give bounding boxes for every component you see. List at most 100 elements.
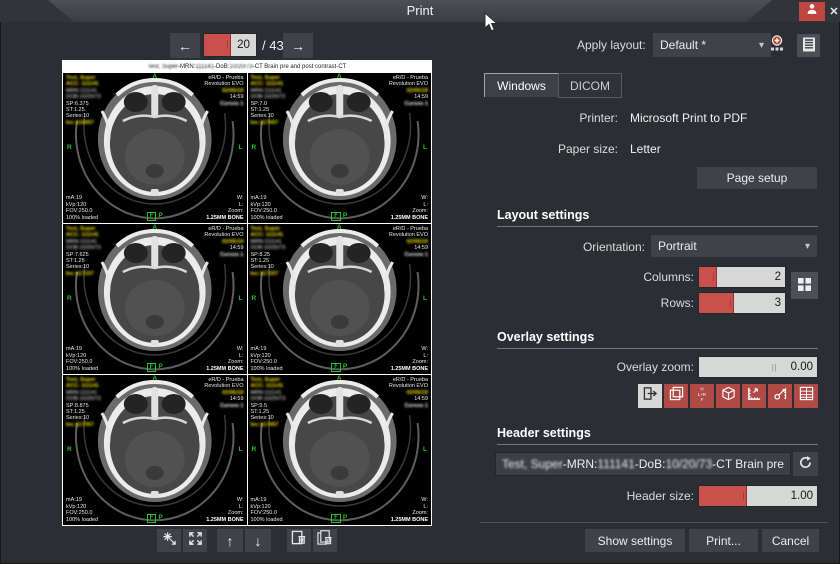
orientation-marker-feet-posterior: F P [331,212,347,221]
orientation-value: Portrait [658,239,697,253]
header-size-value[interactable]: 1.00 [747,486,817,506]
cell-overlay-top-left: Test, Super ACC: 111141 MRN:111141 DOB:1… [251,377,286,428]
mouse-cursor [484,12,499,38]
overlay-dob: DOB:10/20/73 [251,396,286,402]
show-settings-button[interactable]: Show settings [585,529,685,552]
cell-overlay-bottom-right: W: L: Zoom: 1.25MM BONE [391,497,428,523]
orientation-marker-posterior: P [343,213,347,219]
previous-page-button[interactable]: ← [170,33,200,58]
header-input-name: Test, Super [502,457,563,471]
orientation-marker-right: R [252,447,257,453]
page-number-spinner[interactable]: 20 [204,34,256,56]
page-spinner-drag-area[interactable] [204,34,231,56]
chevron-down-icon: ▾ [805,241,810,252]
spinner-center-tick: | | [772,363,777,372]
manage-layouts-button[interactable] [797,34,820,57]
overlay-instance-number: Inc:117157 [66,271,101,277]
overlay-zoom-spinner[interactable]: | | 0.00 [699,357,817,377]
overlay-study-date: 02/05/19 [204,390,243,396]
tab-windows[interactable]: Windows [484,73,559,97]
overlay-settings-divider [497,348,818,349]
rows-spinner-drag-area[interactable] [699,293,734,313]
printer-label: Printer: [480,111,618,125]
chevron-down-icon: ▾ [759,40,764,51]
overlay-toggle-row: HL+RF [638,384,818,408]
orientation-dropdown[interactable]: Portrait ▾ [651,235,817,257]
header-settings-heading: Header settings [497,426,591,440]
support-button[interactable] [799,2,825,21]
probe-ruler-icon [773,386,788,406]
columns-spinner[interactable]: 2 [699,267,785,287]
header-size-spinner[interactable]: 1.00 [699,486,817,506]
apply-layout-dropdown[interactable]: Default * ▾ [653,33,771,57]
print-button[interactable]: Print... [689,529,758,552]
preview-cell[interactable]: Test, Super ACC: 111141 MRN:111141 DOB:1… [63,375,247,525]
tab-dicom[interactable]: DICOM [558,73,622,98]
cell-overlay-bottom-left: mA:19 kVp:120 FOV:250.0 100% loaded [66,195,98,221]
preview-cell[interactable]: Test, Super ACC: 111141 MRN:111141 DOB:1… [248,224,432,374]
overlay-position-toggle[interactable] [638,384,662,408]
cell-overlay-top-left: Test, Super ACC: 111141 MRN:111141 DOB:1… [66,75,101,126]
cancel-button-label: Cancel [772,534,809,548]
rows-spinner[interactable]: 3 [699,293,785,313]
orientation-marker-feet: F [147,363,157,372]
columns-value[interactable]: 2 [717,267,785,287]
overlay-zoom-value-track[interactable]: | | 0.00 [699,357,817,377]
cancel-button[interactable]: Cancel [762,529,819,552]
page-setup-label: Page setup [727,171,788,185]
move-page-down-button[interactable]: ↓ [245,529,271,552]
page-setup-button[interactable]: Page setup [697,167,817,189]
overlay-copy-toggle[interactable] [664,384,688,408]
header-size-drag-area[interactable] [699,486,747,506]
grid-layout-button[interactable] [791,272,818,299]
close-button[interactable]: ✕ [826,2,840,21]
header-settings-divider [497,444,818,445]
delete-all-pages-button[interactable] [313,529,337,552]
next-page-button[interactable]: → [283,33,313,58]
columns-spinner-drag-area[interactable] [699,267,717,287]
layout-settings-divider [497,226,818,227]
overlapping-frames-icon [669,386,684,406]
overlay-dob: DOB:10/20/73 [251,94,286,100]
scale-probe-toggle[interactable] [768,384,792,408]
overlay-loaded: 100% loaded [66,215,98,221]
overlay-instance-number: Inc:117457 [251,422,286,428]
orientation-marker-right: R [252,296,257,302]
save-layout-button[interactable] [766,35,788,56]
ruler-toggle[interactable] [742,384,766,408]
cell-overlay-bottom-right: W: L: Zoom: 1.25MM BONE [206,497,243,523]
overlay-series-label: Cursos 1 [204,101,243,107]
delete-page-button[interactable] [287,529,311,552]
preview-cell[interactable]: Test, Super ACC: 111141 MRN:111141 DOB:1… [248,73,432,223]
cube-icon [721,386,736,406]
header-size-label: Header size: [480,489,694,503]
page-number-value[interactable]: 20 [231,34,256,56]
orientation-markers-toggle[interactable]: HL+RF [690,384,714,408]
header-table-toggle[interactable] [794,384,818,408]
orientation-marker-feet-posterior: F P [147,212,163,221]
print-preview-page: Test, Super-MRN:111141-DoB:10/20/73-CT B… [62,60,432,526]
preview-cell[interactable]: Test, Super ACC: 111141 MRN:111141 DOB:1… [248,375,432,525]
patient-mrn-text: 111141 [195,64,214,70]
orientation-marker-right: R [67,296,72,302]
overlay-study-date: 02/05/19 [389,88,428,94]
move-page-up-button[interactable]: ↑ [217,529,243,552]
delete-page-icon [291,530,307,551]
fit-to-window-button[interactable] [183,529,207,552]
orientation-marker-right: R [252,145,257,151]
preview-cell[interactable]: Test, Super ACC: 111141 MRN:111141 DOB:1… [63,73,247,223]
auto-window-level-button[interactable] [157,529,181,552]
preview-page-header: Test, Super-MRN:111141-DoB:10/20/73-CT B… [62,60,432,73]
orientation-marker-feet: F [331,514,341,523]
overlay-instance-number: Inc:117057 [251,120,286,126]
cube-3d-toggle[interactable] [716,384,740,408]
overlay-series-label: Cursos 1 [204,252,243,258]
rows-value[interactable]: 3 [734,293,785,313]
reset-header-button[interactable] [793,452,818,476]
orientation-marker-left: L [239,296,243,302]
preview-cell[interactable]: Test, Super ACC: 111141 MRN:111141 DOB:1… [63,224,247,374]
header-text-input[interactable]: Test, Super-MRN:111141-DoB:10/20/73-CT B… [495,452,791,476]
orientation-marker-anterior: A [152,74,157,80]
header-input-desc: -CT Brain pre [712,457,784,471]
orientation-marker-right: R [67,145,72,151]
